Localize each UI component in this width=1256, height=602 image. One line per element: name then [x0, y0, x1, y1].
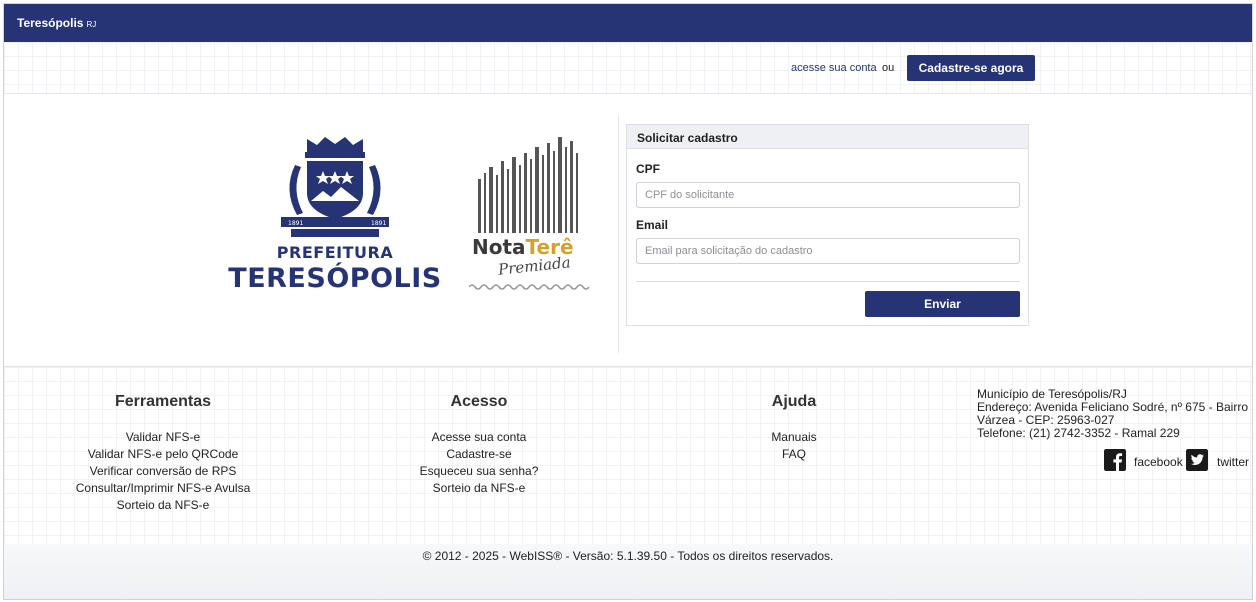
facebook-link[interactable]: facebook — [1134, 455, 1183, 469]
footer-link[interactable]: Validar NFS-e — [68, 429, 258, 446]
svg-text:1891: 1891 — [288, 220, 303, 227]
brand-city: Teresópolis — [17, 16, 84, 30]
copyright: © 2012 - 2025 - WebISS® - Versão: 5.1.39… — [4, 544, 1252, 599]
footer-ajuda: Ajuda Manuais FAQ — [704, 393, 884, 463]
or-text: ou — [882, 62, 895, 74]
brand[interactable]: Teresópolis RJ — [17, 16, 96, 30]
footer-link[interactable]: Validar NFS-e pelo QRCode — [68, 446, 258, 463]
footer-heading: Acesso — [450, 393, 508, 410]
top-bar: Teresópolis RJ — [4, 4, 1252, 42]
footer-link[interactable]: Cadastre-se — [384, 446, 574, 463]
vertical-divider — [618, 115, 619, 353]
facebook-icon[interactable] — [1104, 449, 1126, 471]
main-section: 1891 1891 PREFEITURA TERESÓPOLIS NotaTer… — [4, 95, 1252, 365]
contact-line: Telefone: (21) 2742-3352 - Ramal 229 — [977, 426, 1180, 440]
footer-link[interactable]: Manuais — [704, 429, 884, 446]
prefeitura-label: PREFEITURA — [276, 243, 394, 262]
email-label: Email — [636, 218, 669, 232]
twitter-icon[interactable] — [1186, 449, 1208, 471]
prefeitura-logo: 1891 1891 PREFEITURA TERESÓPOLIS — [222, 135, 448, 295]
footer-link[interactable]: FAQ — [704, 446, 884, 463]
panel-title: Solicitar cadastro — [627, 125, 1028, 149]
footer-link[interactable]: Consultar/Imprimir NFS-e Avulsa — [68, 480, 258, 497]
submit-button[interactable]: Enviar — [865, 291, 1020, 317]
email-input[interactable] — [636, 238, 1020, 264]
footer-heading: Ferramentas — [114, 393, 212, 410]
signup-request-panel: Solicitar cadastro CPF Email Enviar — [626, 124, 1029, 326]
cpf-input[interactable] — [636, 182, 1020, 208]
footer-link[interactable]: Esqueceu sua senha? — [384, 463, 574, 480]
page-frame: Teresópolis RJ acesse sua conta ou Cadast… — [3, 3, 1253, 600]
footer-link[interactable]: Verificar conversão de RPS — [68, 463, 258, 480]
account-strip: acesse sua conta ou Cadastre-se agora — [4, 42, 1252, 94]
twitter-link[interactable]: twitter — [1217, 455, 1249, 469]
cpf-label: CPF — [636, 162, 660, 176]
footer-heading: Ajuda — [771, 393, 817, 410]
svg-text:1891: 1891 — [371, 220, 386, 227]
login-link[interactable]: acesse sua conta — [791, 62, 877, 74]
coat-of-arms-icon: 1891 1891 — [281, 137, 389, 237]
footer: Ferramentas Validar NFS-e Validar NFS-e … — [4, 366, 1252, 544]
signup-button[interactable]: Cadastre-se agora — [907, 55, 1035, 81]
footer-link[interactable]: Acesse sua conta — [384, 429, 574, 446]
footer-ferramentas: Ferramentas Validar NFS-e Validar NFS-e … — [68, 393, 258, 514]
brand-state: RJ — [86, 20, 97, 29]
footer-acesso: Acesso Acesse sua conta Cadastre-se Esqu… — [384, 393, 574, 497]
teresopolis-label: TERESÓPOLIS — [228, 263, 442, 294]
panel-divider — [636, 281, 1020, 282]
footer-link[interactable]: Sorteio da NFS-e — [68, 497, 258, 514]
nota-part: Nota — [472, 235, 526, 259]
footer-link[interactable]: Sorteio da NFS-e — [384, 480, 574, 497]
nota-barcode-icon — [478, 137, 578, 233]
footer-contact: Município de Teresópolis/RJ Endereço: Av… — [977, 388, 1248, 440]
wave-decoration — [469, 284, 590, 290]
nota-tere-logo: NotaTerê Premiada — [464, 135, 594, 295]
